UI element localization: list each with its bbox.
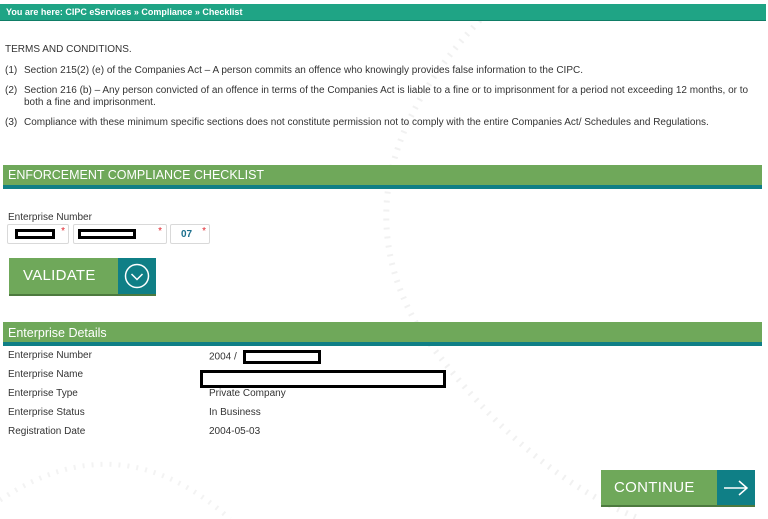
validate-icon-box [118,258,156,294]
enterprise-number-input[interactable]: * [73,224,167,244]
continue-button-label: CONTINUE [614,479,695,496]
arrow-right-icon [724,480,749,496]
required-marker: * [202,226,206,237]
continue-button[interactable]: CONTINUE [601,470,755,505]
terms-item-text: Section 215(2) (e) of the Companies Act … [24,65,583,76]
detail-value: 2004-05-03 [209,426,261,437]
redacted-value [15,229,55,239]
detail-label: Registration Date [8,426,86,437]
detail-value: 2004 / [209,350,321,364]
terms-item-number: (2) [5,85,18,96]
detail-row-registration-date: Registration Date 2004-05-03 [8,426,708,440]
terms-item-number: (1) [5,65,18,76]
terms-item: (1) Section 215(2) (e) of the Companies … [5,65,750,77]
terms-item: (3) Compliance with these minimum specif… [5,117,750,129]
terms-title: TERMS AND CONDITIONS. [5,44,132,55]
enterprise-number-label: Enterprise Number [8,212,92,223]
detail-label: Enterprise Name [8,369,84,380]
required-marker: * [61,226,65,237]
detail-row-enterprise-number: Enterprise Number 2004 / [8,350,708,364]
detail-row-enterprise-name: Enterprise Name [8,369,708,388]
terms-item-text: Section 216 (b) – Any person convicted o… [24,85,749,108]
continue-icon-box [717,470,755,505]
enterprise-type-code-input[interactable]: 07 * [170,224,210,244]
detail-label: Enterprise Type [8,388,78,399]
detail-value [200,370,446,388]
terms-and-conditions: TERMS AND CONDITIONS. (1) Section 215(2)… [5,44,750,137]
validate-button-label: VALIDATE [23,267,96,284]
enterprise-number-prefix: 2004 / [209,351,237,363]
terms-item-number: (3) [5,117,18,128]
detail-row-enterprise-status: Enterprise Status In Business [8,407,708,421]
redacted-value [242,350,321,364]
detail-value: In Business [209,407,261,418]
terms-item: (2) Section 216 (b) – Any person convict… [5,85,750,109]
enforcement-checklist-header: ENFORCEMENT COMPLIANCE CHECKLIST [3,165,762,189]
redacted-value [200,370,446,388]
detail-row-enterprise-type: Enterprise Type Private Company [8,388,708,402]
enterprise-details-header: Enterprise Details [3,322,762,346]
redacted-value [78,229,136,239]
enterprise-type-code-value: 07 [181,229,193,240]
terms-item-text: Compliance with these minimum specific s… [24,117,709,128]
validate-button[interactable]: VALIDATE [9,258,156,294]
check-circle-icon [124,263,150,289]
detail-value: Private Company [209,388,286,399]
detail-label: Enterprise Number [8,350,92,361]
enterprise-year-input[interactable]: * [7,224,69,244]
detail-label: Enterprise Status [8,407,85,418]
breadcrumb: You are here: CIPC eServices » Complianc… [0,4,766,21]
required-marker: * [158,226,162,237]
